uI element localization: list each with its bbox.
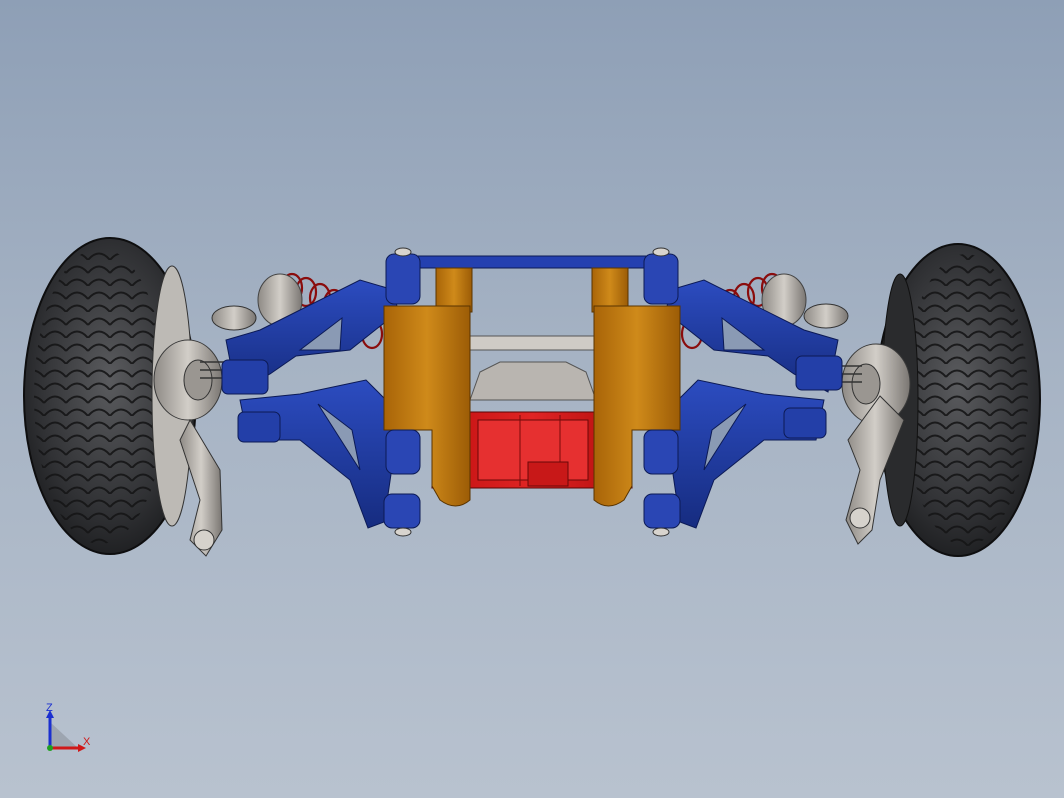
left-control-arms[interactable]: [211, 279, 399, 529]
assembly-model[interactable]: Z X: [0, 0, 1064, 798]
right-control-arms[interactable]: [665, 279, 849, 529]
triad-x-label: X: [83, 736, 91, 748]
triad-z-label: Z: [46, 702, 53, 714]
coordinate-triad-icon: [46, 710, 86, 752]
center-crossbar[interactable]: [465, 335, 599, 401]
top-link-bar[interactable]: [395, 255, 669, 269]
cad-viewport[interactable]: Z X: [0, 0, 1064, 798]
